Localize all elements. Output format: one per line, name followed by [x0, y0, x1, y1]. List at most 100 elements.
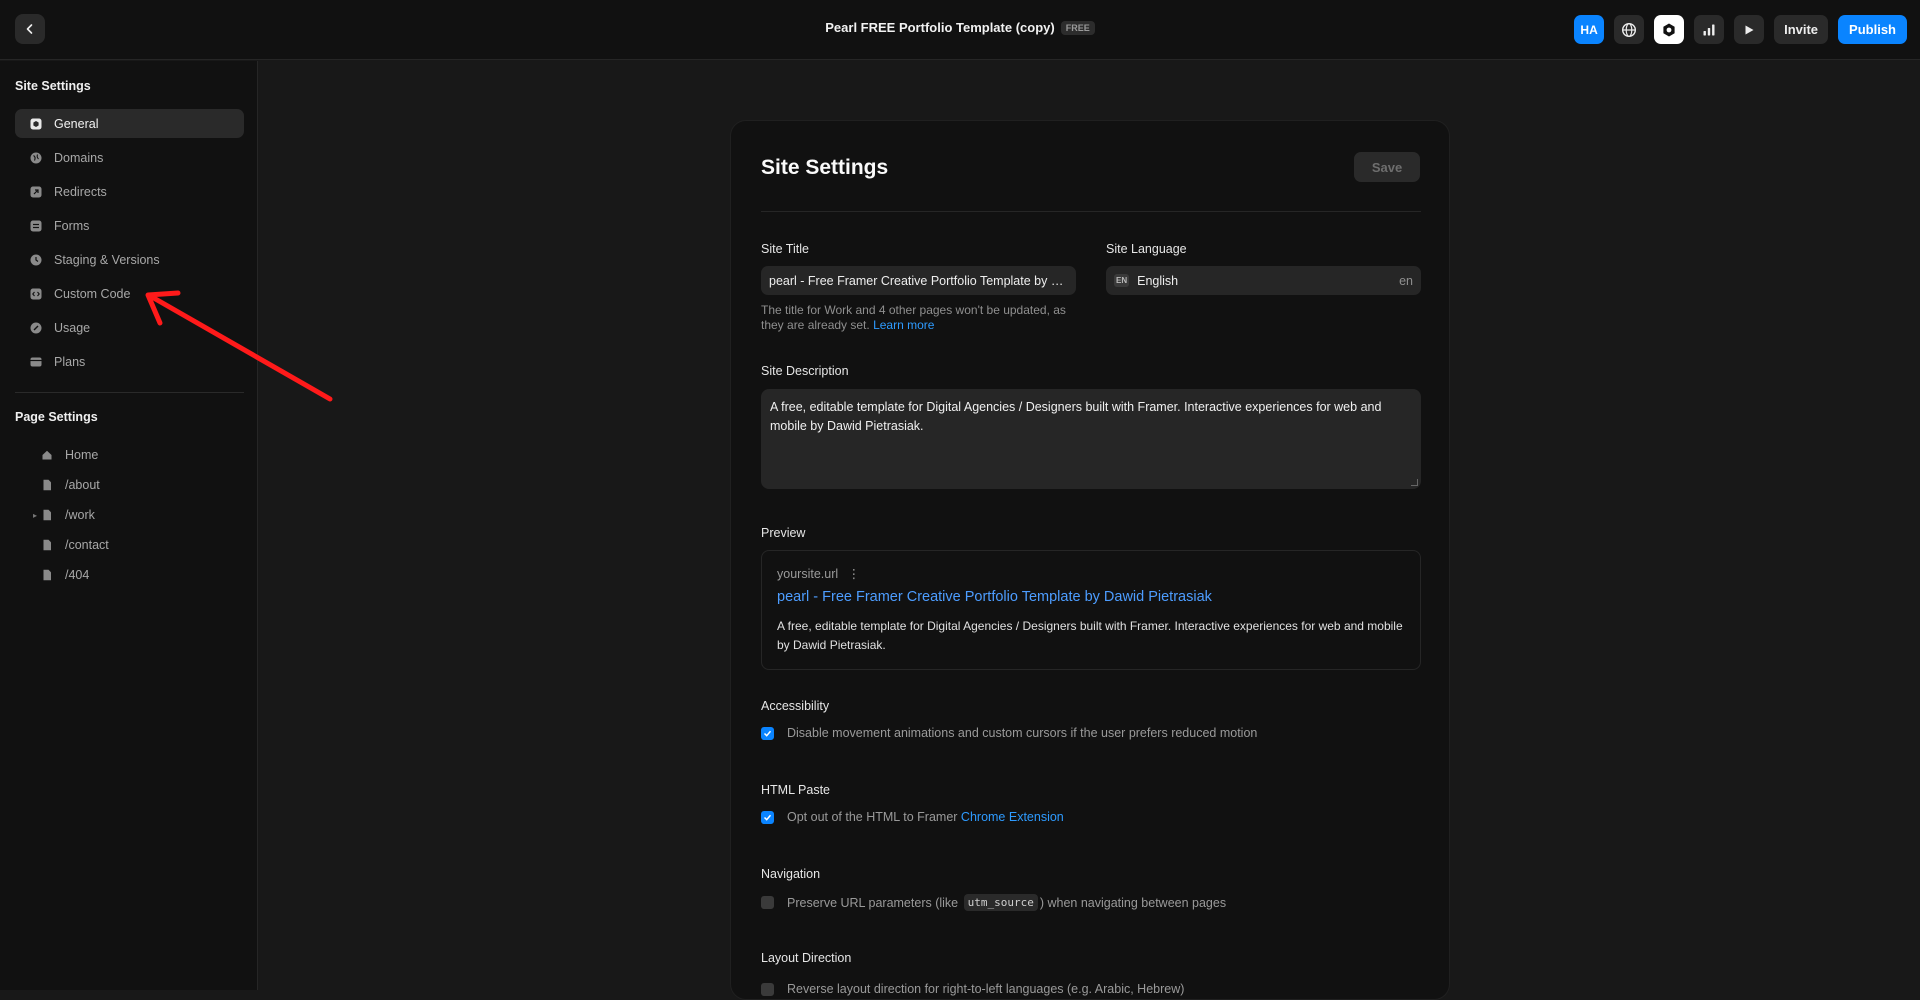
html-paste-checkbox[interactable] [761, 810, 774, 824]
page-item-label: /about [65, 478, 100, 492]
expand-caret-icon[interactable]: ▸ [15, 511, 41, 520]
general-icon [30, 118, 42, 130]
utm-source-code: utm_source [963, 894, 1038, 911]
accessibility-checkbox[interactable] [761, 726, 774, 740]
language-value: English [1137, 273, 1179, 288]
page-icon [41, 509, 53, 521]
preview-url-text: yoursite.url [777, 567, 839, 581]
site-settings-heading: Site Settings [15, 79, 91, 93]
site-title-label: Site Title [761, 242, 809, 256]
save-button[interactable]: Save [1354, 152, 1420, 182]
project-title-text: Pearl FREE Portfolio Template (copy) [825, 20, 1055, 35]
accessibility-text: Disable movement animations and custom c… [787, 726, 1258, 740]
page-title: Site Settings [761, 156, 889, 179]
navigation-option[interactable]: Preserve URL parameters (like utm_source… [761, 894, 1226, 911]
settings-sidebar: Site Settings General Domains Redirects … [0, 61, 258, 990]
html-paste-option[interactable]: Opt out of the HTML to Framer Chrome Ext… [761, 810, 1064, 824]
page-item-about[interactable]: /about [15, 472, 244, 498]
html-paste-text: Opt out of the HTML to Framer [787, 810, 958, 824]
sidebar-item-redirects[interactable]: Redirects [15, 177, 244, 206]
code-icon [30, 288, 42, 300]
top-actions: HA Invite Publish [1574, 15, 1907, 44]
redirect-icon [30, 186, 42, 198]
site-title-input[interactable]: pearl - Free Framer Creative Portfolio T… [761, 266, 1076, 295]
sidebar-item-staging-versions[interactable]: Staging & Versions [15, 245, 244, 274]
invite-button[interactable]: Invite [1774, 15, 1829, 44]
site-description-value: A free, editable template for Digital Ag… [770, 400, 1382, 433]
analytics-bars-icon [1703, 24, 1715, 35]
page-icon [41, 539, 53, 551]
language-code: en [1399, 273, 1413, 288]
forms-icon [30, 220, 42, 232]
page-item-home[interactable]: Home [15, 442, 244, 468]
site-title-value: pearl - Free Framer Creative Portfolio T… [769, 273, 1068, 288]
layout-direction-label: Layout Direction [761, 951, 852, 965]
site-language-select[interactable]: EN English en [1106, 266, 1421, 295]
preview-label: Preview [761, 526, 806, 540]
site-language-label: Site Language [1106, 242, 1187, 256]
preview-description: A free, editable template for Digital Ag… [777, 619, 1403, 652]
domains-button[interactable] [1614, 15, 1645, 44]
globe-icon [1622, 22, 1637, 37]
site-settings-button[interactable] [1654, 15, 1685, 44]
panel-divider [761, 211, 1421, 212]
plan-badge: FREE [1060, 21, 1095, 35]
site-description-textarea[interactable]: A free, editable template for Digital Ag… [761, 389, 1421, 489]
site-description-label: Site Description [761, 364, 849, 378]
page-item-404[interactable]: /404 [15, 562, 244, 588]
page-item-contact[interactable]: /contact [15, 532, 244, 558]
analytics-button[interactable] [1694, 15, 1725, 44]
site-title-hint: The title for Work and 4 other pages won… [761, 303, 1091, 333]
home-icon [41, 449, 53, 461]
sidebar-item-label: General [54, 116, 99, 131]
sidebar-item-domains[interactable]: Domains [15, 143, 244, 172]
navigation-text-after: ) when navigating between pages [1039, 895, 1227, 910]
chrome-extension-link[interactable]: Chrome Extension [961, 810, 1064, 824]
accessibility-label: Accessibility [761, 699, 830, 713]
card-icon [30, 356, 42, 368]
gauge-icon [30, 322, 42, 334]
navigation-checkbox[interactable] [761, 896, 774, 909]
sidebar-item-label: Forms [54, 218, 90, 233]
preview-title: pearl - Free Framer Creative Portfolio T… [777, 589, 1212, 605]
sidebar-item-general[interactable]: General [15, 109, 244, 138]
sidebar-item-forms[interactable]: Forms [15, 211, 244, 240]
sidebar-item-label: Redirects [54, 184, 107, 199]
top-bar: Pearl FREE Portfolio Template (copy) FREE… [0, 0, 1920, 60]
more-vertical-icon[interactable]: ⋮ [848, 567, 861, 581]
html-paste-label: HTML Paste [761, 783, 831, 797]
layout-direction-checkbox[interactable] [761, 982, 774, 996]
sidebar-item-label: Custom Code [54, 286, 131, 301]
globe-icon [30, 152, 42, 164]
page-icon [41, 569, 53, 581]
layout-direction-option[interactable]: Reverse layout direction for right-to-le… [761, 982, 1184, 996]
user-avatar[interactable]: HA [1574, 15, 1605, 44]
page-settings-heading: Page Settings [15, 410, 98, 424]
language-flag-icon: EN [1114, 274, 1130, 287]
resize-handle-icon[interactable] [1411, 479, 1418, 486]
sidebar-item-label: Usage [54, 320, 91, 335]
page-item-label: /contact [65, 538, 109, 552]
annotation-arrow-icon [145, 290, 333, 402]
sidebar-item-label: Domains [54, 150, 104, 165]
preview-url: yoursite.url ⋮ [777, 566, 860, 581]
page-item-label: /404 [65, 568, 90, 582]
preview-play-button[interactable] [1734, 15, 1765, 44]
page-item-label: Home [65, 448, 99, 462]
learn-more-link[interactable]: Learn more [873, 318, 934, 332]
site-settings-panel: Site Settings Save Site Title pearl - Fr… [730, 120, 1450, 1000]
check-icon [763, 814, 772, 821]
settings-hex-icon [1663, 23, 1675, 36]
navigation-text-before: Preserve URL parameters (like [787, 895, 959, 910]
play-icon [1745, 25, 1754, 34]
navigation-label: Navigation [761, 867, 821, 881]
clock-icon [30, 254, 42, 266]
layout-direction-text: Reverse layout direction for right-to-le… [787, 982, 1185, 996]
accessibility-option[interactable]: Disable movement animations and custom c… [761, 726, 1257, 740]
page-item-work[interactable]: ▸ /work [15, 502, 244, 528]
check-icon [763, 730, 772, 737]
page-icon [41, 479, 53, 491]
publish-button[interactable]: Publish [1838, 15, 1907, 44]
sidebar-item-label: Staging & Versions [54, 252, 160, 267]
sidebar-item-label: Plans [54, 354, 86, 369]
